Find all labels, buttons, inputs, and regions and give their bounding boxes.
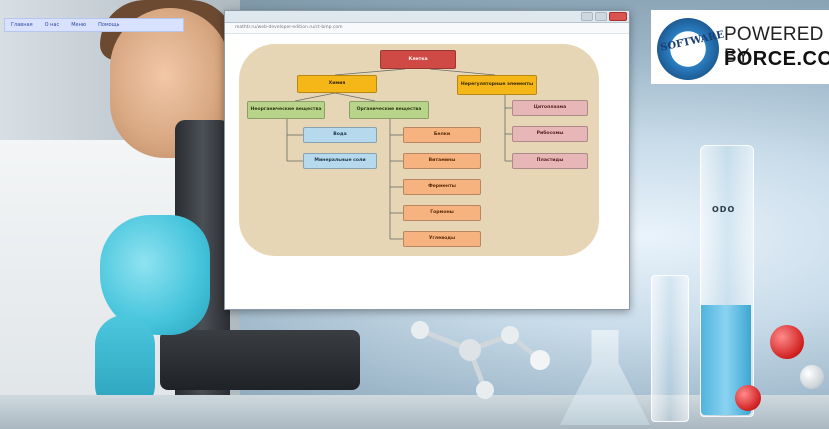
cylinder-mark: ODO [712,205,736,214]
node-carbohydrates: Углеводы [403,231,481,247]
powered-by-line2: FORCE.COM [724,48,829,70]
test-tube [651,275,689,422]
node-plastids: Пластиды [512,153,588,169]
molecule-ball-red [735,385,761,411]
menu-item-home[interactable]: Главная [11,22,33,28]
address-text: mathtr.ru/web-developer-edition.ru/ct-bm… [235,25,343,30]
node-proteins: Белки [403,127,481,143]
node-hormones: Гормоны [403,205,481,221]
node-enzymes: Ферменты [403,179,481,195]
molecule-ball-white [800,365,824,389]
minimize-button[interactable] [581,12,593,21]
node-root: Клетка [380,50,456,69]
molecule-model [411,321,550,399]
node-mineral-salts: Минеральные соли [303,153,377,169]
window-titlebar [225,11,629,23]
powered-by-logo: SOFTWARE POWERED BY FORCE.COM [651,10,829,84]
node-cytoplasm: Цитоплазма [512,100,588,116]
browser-window: mathtr.ru/web-developer-edition.ru/ct-bm… [224,10,630,310]
node-water: Вода [303,127,377,143]
top-menu: Главная О нас Меню Помощь [4,18,184,32]
close-button[interactable] [609,12,627,21]
menu-item-about[interactable]: О нас [45,22,60,28]
window-controls [581,12,627,21]
menu-item-menu[interactable]: Меню [71,22,86,28]
node-organic: Органические вещества [349,101,429,119]
microscope-stand [160,330,360,390]
molecule-ball-red [770,325,804,359]
node-vitamins: Витамины [403,153,481,169]
address-bar[interactable]: mathtr.ru/web-developer-edition.ru/ct-bm… [225,23,629,34]
diagram-background [239,44,599,256]
node-inorganic: Неорганические вещества [247,101,325,119]
node-ribosomes: Рибосомы [512,126,588,142]
node-chemistry: Химия [297,75,377,93]
menu-item-help[interactable]: Помощь [98,22,119,28]
maximize-button[interactable] [595,12,607,21]
node-nonregulatory: Нерегуляторные элементы [457,75,537,95]
